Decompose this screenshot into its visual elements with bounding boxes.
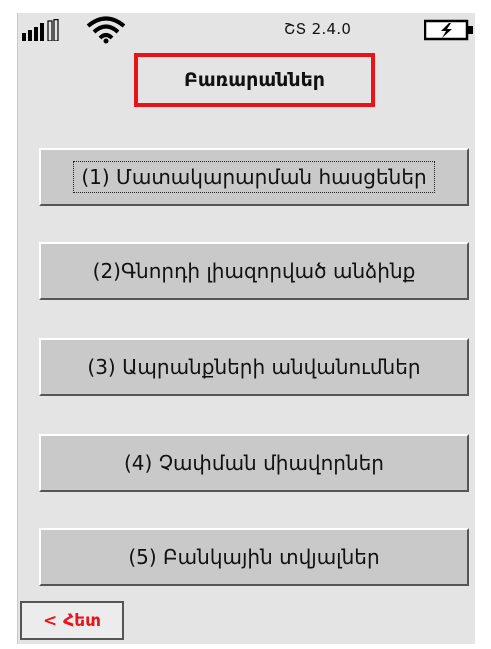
back-button-label: < Հետ [42,610,101,631]
menu-button-label: (1) Մատակարարման հասցեներ [73,161,435,193]
os-version-label: ՇՏ 2.4.0 [284,20,352,38]
menu-button-buyer-authorized-persons[interactable]: (2)Գնորդի լիազորված անձինք [39,242,469,300]
page-title-box: Բառարաններ [134,53,375,107]
back-button[interactable]: < Հետ [20,601,124,640]
menu-button-product-names[interactable]: (3) Ապրանքների անվանումներ [39,338,469,396]
status-bar: ՇՏ 2.4.0 [18,13,476,47]
menu-button-bank-details[interactable]: (5) Բանկային տվյալներ [39,528,469,586]
menu-button-delivery-addresses[interactable]: (1) Մատակարարման հասցեներ [39,148,469,206]
menu-button-label: (3) Ապրանքների անվանումներ [87,355,421,379]
menu-button-label: (4) Չափման միավորներ [124,451,384,475]
battery-charging-icon [424,19,473,41]
wifi-icon [86,16,126,44]
signal-icon [22,19,59,41]
menu-button-label: (2)Գնորդի լիազորված անձինք [92,259,416,283]
menu-button-label: (5) Բանկային տվյալներ [128,545,380,569]
menu-button-units-of-measure[interactable]: (4) Չափման միավորներ [39,434,469,492]
device-screen: ՇՏ 2.4.0 Բառարաններ (1) Մատակարարման հաս… [17,13,475,644]
page-title: Բառարաններ [183,69,325,91]
